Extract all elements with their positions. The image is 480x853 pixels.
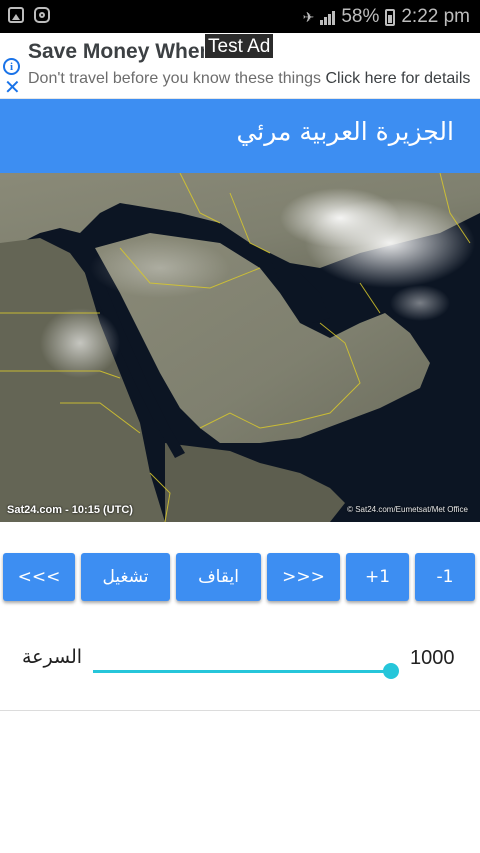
stop-button[interactable]: ايقاف — [176, 553, 261, 601]
prev-frame-button[interactable]: -1 — [415, 553, 475, 601]
playback-controls: <<< تشغيل ايقاف >>> +1 -1 — [0, 553, 480, 601]
close-icon[interactable]: ✕ — [4, 78, 21, 98]
satellite-image: Sat24.com - 10:15 (UTC) © Sat24.com/Eume… — [0, 173, 480, 522]
last-frame-button[interactable]: >>> — [267, 553, 340, 601]
notification-icons — [8, 7, 50, 23]
slider-thumb[interactable] — [383, 663, 399, 679]
signal-icon — [320, 9, 336, 25]
battery-percent: 58% — [341, 6, 380, 27]
ad-body-text: Don't travel before you know these thing… — [28, 70, 321, 87]
instagram-icon — [34, 7, 50, 23]
ad-banner[interactable]: i ✕ Save Money When Don't travel before … — [0, 33, 480, 99]
next-frame-button[interactable]: +1 — [346, 553, 409, 601]
app-title-bar: الجزيرة العربية مرئي — [0, 99, 480, 173]
satellite-timestamp: Sat24.com - 10:15 (UTC) — [7, 504, 133, 516]
ad-body[interactable]: Don't travel before you know these thing… — [28, 70, 470, 88]
ad-headline[interactable]: Save Money When — [28, 40, 212, 64]
wifi-icon: ✈ — [302, 8, 315, 25]
battery-icon — [385, 8, 396, 26]
first-frame-button[interactable]: <<< — [3, 553, 75, 601]
divider — [0, 710, 480, 711]
speed-label: السرعة — [22, 646, 83, 668]
speed-value: 1000 — [410, 647, 455, 669]
gallery-icon — [8, 7, 24, 23]
play-button[interactable]: تشغيل — [81, 553, 170, 601]
info-icon[interactable]: i — [3, 58, 20, 75]
status-bar: ✈ 58% 2:22 pm — [0, 0, 480, 33]
speed-slider[interactable] — [93, 660, 399, 682]
satellite-map-graphic — [0, 173, 480, 522]
ad-cta-link[interactable]: Click here for details — [325, 70, 470, 87]
status-right: ✈ 58% 2:22 pm — [303, 6, 470, 28]
test-ad-badge: Test Ad — [204, 33, 275, 59]
slider-track[interactable] — [93, 670, 391, 673]
clock: 2:22 pm — [401, 6, 470, 27]
page-title: الجزيرة العربية مرئي — [236, 117, 454, 146]
satellite-copyright: © Sat24.com/Eumetsat/Met Office — [347, 505, 468, 514]
